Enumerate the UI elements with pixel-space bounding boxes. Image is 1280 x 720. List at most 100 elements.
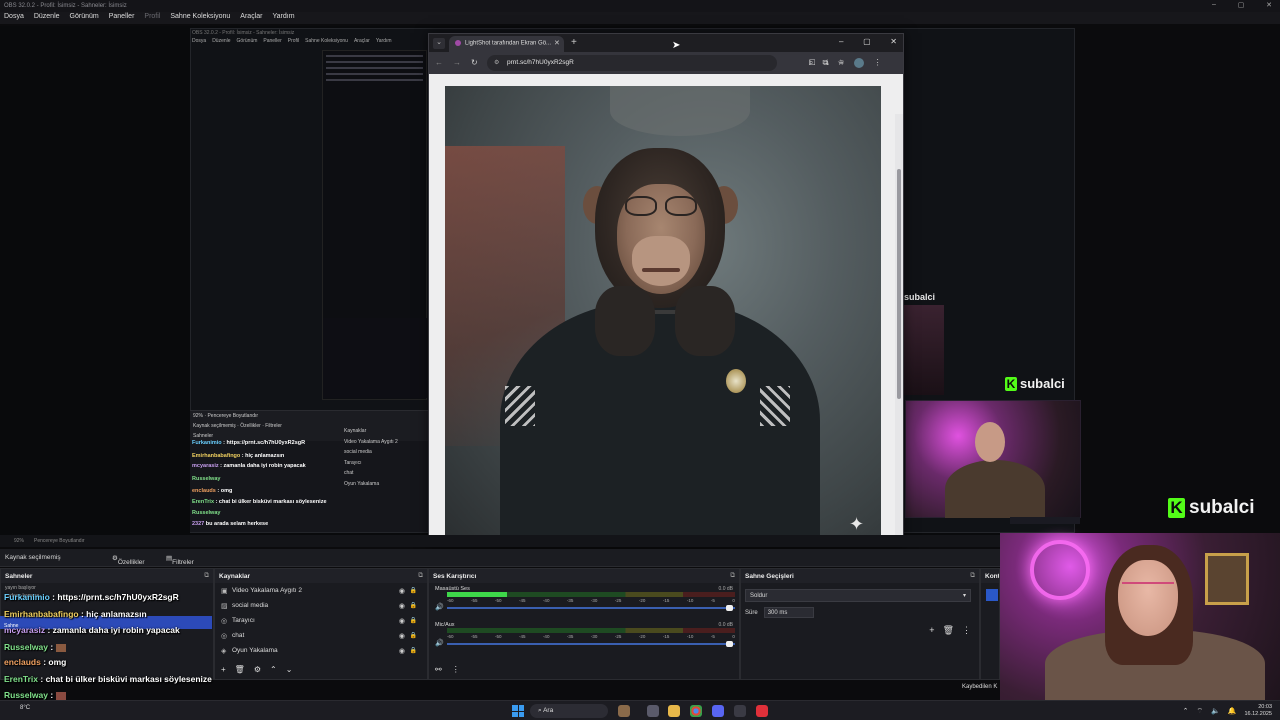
source-item[interactable]: ▣ Video Yakalama Aygıtı 2 ◉ 🔒 <box>215 583 427 598</box>
transition-select[interactable]: Soldur ▾ <box>745 589 971 602</box>
source-item[interactable]: ◈ Oyun Yakalama ◉ 🔒 <box>215 643 427 658</box>
properties-button[interactable]: ⚙ Özellikler <box>112 554 145 566</box>
menu-help[interactable]: Yardım <box>272 13 294 24</box>
profile-avatar-icon[interactable] <box>853 58 864 68</box>
gear-icon[interactable]: ⚙ <box>254 665 261 674</box>
obs-menu-bar: Dosya Düzenle Görünüm Paneller Profil Sa… <box>0 12 1280 24</box>
menu-tools[interactable]: Araçlar <box>240 13 262 24</box>
clock[interactable]: 20:03 16.12.2025 <box>1244 704 1272 718</box>
obs-icon[interactable] <box>756 705 768 717</box>
new-tab-button[interactable]: + <box>571 37 577 48</box>
visibility-eye-icon[interactable]: ◉ <box>399 647 405 655</box>
lock-icon[interactable]: 🔒 <box>410 617 417 624</box>
browser-tab[interactable]: LightShot tarafından Ekran Gö... <box>449 36 564 52</box>
nested-source-item: Tarayıcı <box>344 459 362 466</box>
menu-kebab-icon[interactable]: ⋮ <box>962 625 971 636</box>
dock-menu-icon[interactable]: ⧉ <box>970 572 975 580</box>
maximize-icon[interactable]: ▢ <box>863 37 871 46</box>
close-icon[interactable]: ✕ <box>890 37 897 46</box>
link-icon[interactable]: ⚯ <box>435 665 442 674</box>
meter-tick-label: -10 <box>686 598 694 603</box>
app-icon[interactable] <box>647 705 659 717</box>
meter-level <box>447 592 508 597</box>
volume-icon[interactable]: 🔈 <box>1211 707 1220 715</box>
fader-knob[interactable] <box>726 641 733 647</box>
menu-kebab-icon[interactable]: ⋮ <box>874 58 882 68</box>
menu-profile[interactable]: Profil <box>144 13 160 24</box>
fader-knob[interactable] <box>726 605 733 611</box>
close-icon[interactable]: ✕ <box>1266 1 1272 11</box>
filters-button[interactable]: ▤ Filtreler <box>166 554 194 566</box>
speaker-icon[interactable]: 🔊 <box>435 603 444 611</box>
url-field[interactable]: ⚙ prnt.sc/h7hU0yxR2sgR ⌕ ⧉ ☆ <box>487 55 844 71</box>
taskview-icon[interactable] <box>618 705 630 717</box>
meter-tick-label: -15 <box>662 598 670 603</box>
speaker-icon[interactable]: 🔊 <box>435 639 444 647</box>
vertical-scrollbar[interactable] <box>895 114 903 539</box>
forward-icon[interactable]: → <box>453 58 461 67</box>
discord-icon[interactable] <box>712 705 724 717</box>
browser-window[interactable]: ⌄ LightShot tarafından Ekran Gö... ✕ + –… <box>428 33 904 547</box>
taskbar-search[interactable]: ⌕ Ara <box>530 704 608 718</box>
volume-fader[interactable] <box>447 605 735 611</box>
menu-scene-collection[interactable]: Sahne Koleksiyonu <box>170 13 230 24</box>
reload-icon[interactable]: ↻ <box>471 58 478 67</box>
back-icon[interactable]: ← <box>435 58 443 67</box>
lock-icon[interactable]: 🔒 <box>410 602 417 609</box>
lock-icon[interactable]: 🔒 <box>410 632 417 639</box>
visibility-eye-icon[interactable]: ◉ <box>399 587 405 595</box>
dock-menu-icon[interactable]: ⧉ <box>730 572 735 580</box>
menu-docks[interactable]: Paneller <box>109 13 135 24</box>
volume-fader[interactable] <box>447 641 735 647</box>
add-icon[interactable]: + <box>221 665 226 674</box>
start-streaming-button[interactable] <box>986 589 998 601</box>
extensions-icon[interactable]: ⧠ <box>809 58 815 68</box>
file-explorer-icon[interactable] <box>668 705 680 717</box>
lock-icon[interactable]: 🔒 <box>410 647 417 654</box>
network-icon[interactable]: ⌔ <box>1196 707 1203 716</box>
settings-icon[interactable] <box>734 705 746 717</box>
menu-edit[interactable]: Düzenle <box>34 13 60 24</box>
chrome-icon[interactable] <box>690 705 702 717</box>
notification-bell-icon[interactable]: 🔔 <box>1228 707 1237 715</box>
site-info-icon[interactable]: ⚙ <box>494 59 499 66</box>
menu-file[interactable]: Dosya <box>4 13 24 24</box>
chevron-up-icon[interactable]: ⌃ <box>1183 707 1189 715</box>
duration-input[interactable]: 300 ms <box>763 607 814 618</box>
weather-widget[interactable]: 8°C <box>20 705 30 711</box>
emote-icon <box>55 643 66 652</box>
move-down-icon[interactable]: ⌄ <box>286 665 293 674</box>
minimize-icon[interactable]: – <box>1212 1 1216 11</box>
source-item[interactable]: ◎ chat ◉ 🔒 <box>215 628 427 643</box>
move-up-icon[interactable]: ⌃ <box>270 665 277 674</box>
scale-mode[interactable]: Pencereye Boyutlandır <box>34 538 85 547</box>
source-item[interactable]: ◎ Tarayıcı ◉ 🔒 <box>215 613 427 628</box>
chat-message: mcyarasiz : zamanla daha iyi robin yapac… <box>4 625 180 635</box>
menu-kebab-icon[interactable]: ⋮ <box>452 665 460 674</box>
visibility-eye-icon[interactable]: ◉ <box>399 617 405 625</box>
nested-menu-view: Görünüm <box>236 38 258 44</box>
zoom-level[interactable]: 92% <box>14 538 24 547</box>
chat-message: Emirhanbabafingo : hiç anlamazsın <box>4 609 147 619</box>
preview-status-bar: 92% Pencereye Boyutlandır <box>0 535 1000 547</box>
add-icon[interactable]: + <box>929 625 934 636</box>
trash-icon[interactable]: 🗑 <box>235 665 245 674</box>
dock-menu-icon[interactable]: ⧉ <box>204 572 209 580</box>
menu-view[interactable]: Görünüm <box>70 13 99 24</box>
sources-toolbar: + 🗑 ⚙ ⌃ ⌄ <box>221 665 292 674</box>
visibility-eye-icon[interactable]: ◉ <box>399 602 405 610</box>
webcam-person-face <box>975 422 1005 462</box>
windows-start-icon[interactable] <box>512 705 524 717</box>
dock-menu-icon[interactable]: ⧉ <box>418 572 423 580</box>
source-item[interactable]: ▨ social media ◉ 🔒 <box>215 598 427 613</box>
minimize-icon[interactable]: – <box>839 37 843 46</box>
tab-close-icon[interactable]: ✕ <box>554 39 560 47</box>
trash-icon[interactable]: 🗑 <box>943 625 954 636</box>
maximize-icon[interactable]: ▢ <box>1238 1 1245 11</box>
scroll-thumb[interactable] <box>897 169 901 399</box>
tab-search-icon[interactable]: ⌄ <box>433 38 445 49</box>
visibility-eye-icon[interactable]: ◉ <box>399 632 405 640</box>
sidebar-icon[interactable]: ≡ <box>839 58 844 68</box>
lock-icon[interactable]: 🔒 <box>410 587 417 594</box>
download-icon[interactable]: ⤓ <box>825 58 829 68</box>
